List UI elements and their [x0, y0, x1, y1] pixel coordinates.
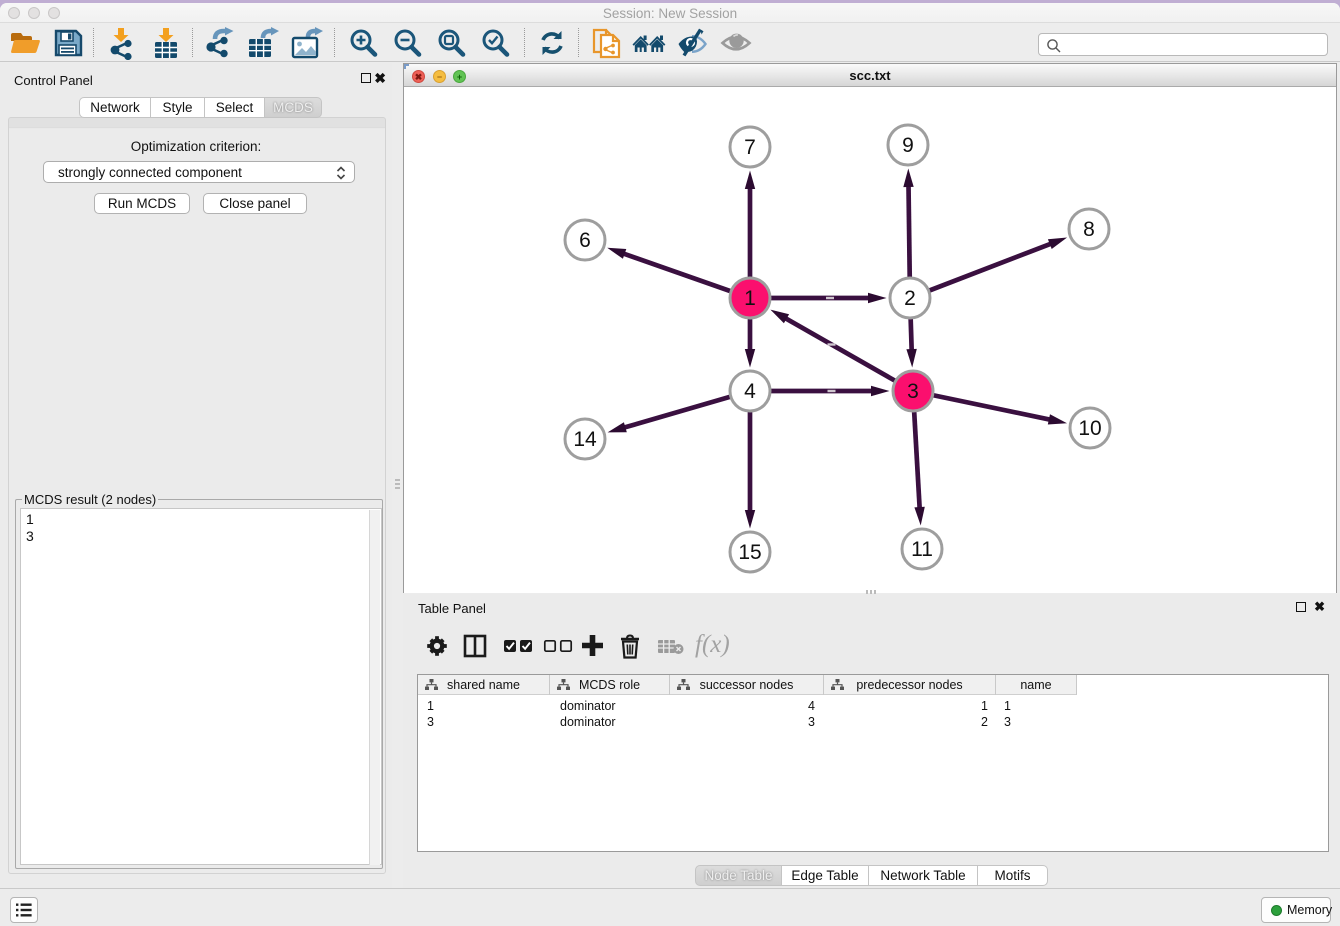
svg-text:6: 6 — [579, 229, 591, 252]
svg-text:10: 10 — [1078, 417, 1101, 440]
svg-text:15: 15 — [738, 541, 761, 564]
svg-text:11: 11 — [911, 538, 933, 561]
svg-text:7: 7 — [744, 136, 756, 159]
svg-text:4: 4 — [744, 380, 756, 403]
svg-text:8: 8 — [1083, 218, 1095, 241]
svg-text:2: 2 — [904, 287, 916, 310]
svg-text:14: 14 — [573, 428, 597, 451]
svg-text:3: 3 — [907, 380, 919, 403]
svg-text:9: 9 — [902, 134, 914, 157]
svg-text:1: 1 — [744, 287, 756, 310]
